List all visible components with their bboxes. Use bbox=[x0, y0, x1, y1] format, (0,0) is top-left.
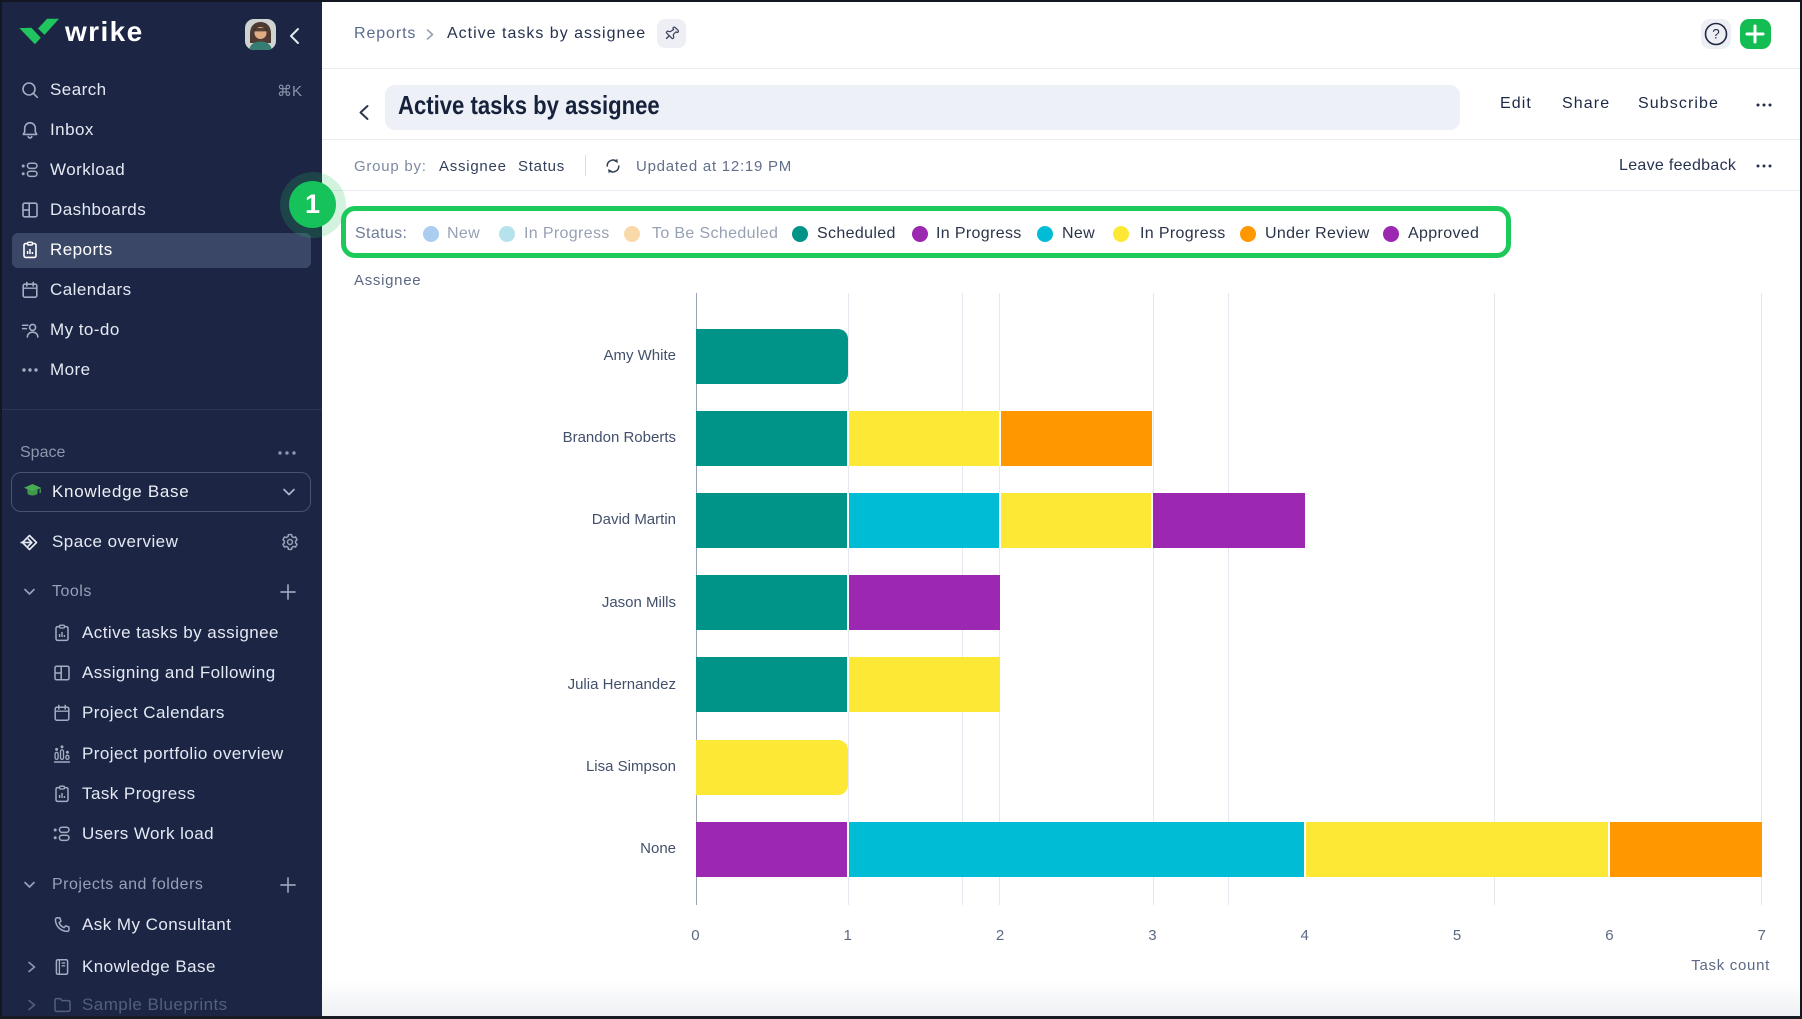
svg-text:?: ? bbox=[1712, 27, 1720, 42]
